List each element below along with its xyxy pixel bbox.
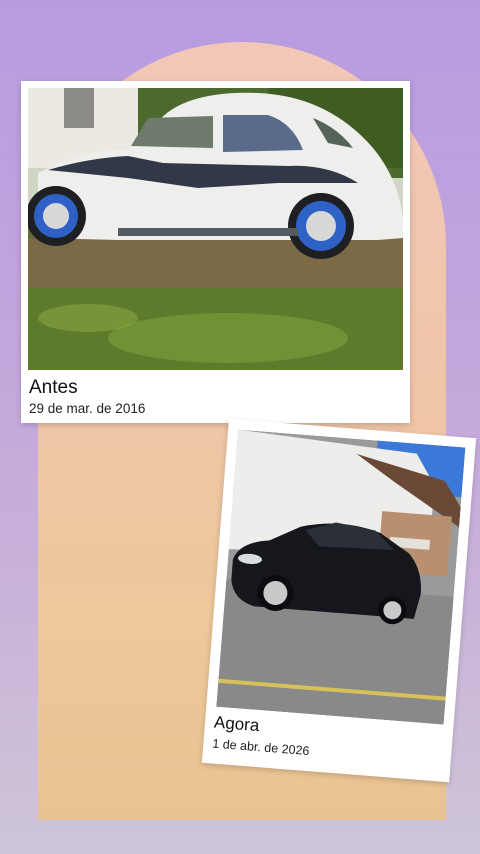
white-beetle-car-photo: [28, 88, 403, 370]
card-title: Antes: [29, 377, 78, 398]
card-date: 1 de abr. de 2026: [211, 736, 310, 759]
before-photo-card[interactable]: Antes 29 de mar. de 2016: [21, 81, 410, 423]
card-title: Agora: [213, 712, 261, 736]
after-photo-card[interactable]: Agora 1 de abr. de 2026: [201, 418, 477, 783]
black-hatchback-car-photo: [216, 429, 466, 725]
card-date: 29 de mar. de 2016: [29, 401, 146, 416]
